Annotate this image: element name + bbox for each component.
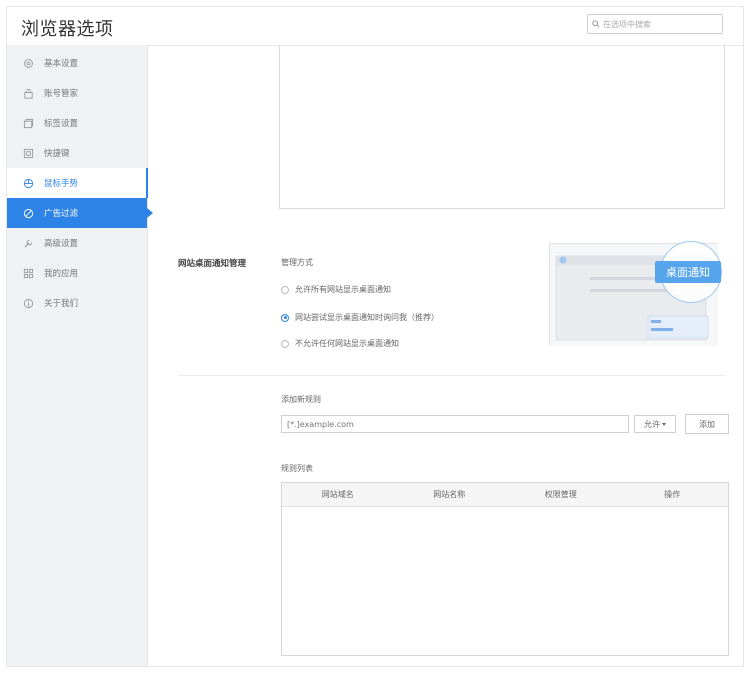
sidebar-item-advanced[interactable]: 高级设置: [7, 228, 147, 258]
sidebar-item-label: 快捷键: [44, 149, 70, 159]
sidebar-item-label: 高级设置: [44, 239, 79, 249]
info-icon: [21, 296, 35, 310]
column-header-actions: 操作: [664, 490, 681, 499]
search-icon: [592, 20, 600, 28]
sidebar-item-label: 广告过滤: [44, 209, 79, 219]
section-divider: [178, 375, 725, 376]
wrench-icon: [21, 236, 35, 250]
page-title: 浏览器选项: [21, 19, 114, 40]
gear-icon: [21, 56, 35, 70]
radio-button-checked[interactable]: [281, 313, 289, 322]
rules-table: 网站域名 网站名称 权限管理 操作: [281, 482, 729, 656]
sidebar-item-tabs[interactable]: 标签设置: [7, 108, 147, 138]
sidebar-item-account[interactable]: 账号管家: [7, 78, 147, 108]
desktop-notify-badge: 桌面通知: [655, 261, 721, 283]
main-content: 网站桌面通知管理 管理方式 允许所有网站显示桌面通知 网站尝试显示桌面通知时询问…: [148, 45, 743, 666]
caret-down-icon: [662, 422, 666, 426]
permission-select-value: 允许: [644, 419, 660, 429]
desktop-notify-bubble: 桌面通知: [655, 241, 722, 303]
column-header-site-name: 网站名称: [433, 490, 466, 499]
radio-ask[interactable]: 网站尝试显示桌面通知时询问我（推荐）: [281, 312, 439, 323]
column-header-domain: 网站域名: [321, 490, 354, 499]
sidebar: 基本设置 账号管家 标签设置 快捷键 鼠标手势 广告过滤 高级设置 我的应用 关…: [7, 45, 153, 666]
radio-label: 不允许任何网站显示桌面通知: [295, 339, 399, 348]
sidebar-item-my-apps[interactable]: 我的应用: [7, 258, 147, 288]
radio-allow-all[interactable]: 允许所有网站显示桌面通知: [281, 284, 391, 295]
search-input[interactable]: [603, 19, 713, 29]
rule-list-heading: 规则列表: [281, 464, 313, 473]
radio-button[interactable]: [281, 339, 289, 348]
filter-list-box[interactable]: [279, 45, 725, 209]
header: 浏览器选项: [7, 7, 743, 46]
radio-button[interactable]: [281, 285, 289, 294]
tabs-icon: [21, 116, 35, 130]
sidebar-item-label: 关于我们: [44, 299, 79, 309]
column-header-permission: 权限管理: [544, 490, 577, 499]
sidebar-item-basic[interactable]: 基本设置: [7, 48, 147, 78]
mode-heading: 管理方式: [281, 258, 313, 267]
sidebar-item-label: 我的应用: [44, 269, 79, 279]
radio-block-all[interactable]: 不允许任何网站显示桌面通知: [281, 338, 399, 349]
radio-label: 网站尝试显示桌面通知时询问我（推荐）: [295, 313, 439, 322]
keyboard-icon: [21, 146, 35, 160]
add-rule-button[interactable]: 添加: [685, 414, 729, 434]
sidebar-item-label: 标签设置: [44, 119, 79, 129]
table-header: 网站域名 网站名称 权限管理 操作: [282, 483, 728, 507]
sidebar-item-shortcuts[interactable]: 快捷键: [7, 138, 147, 168]
sidebar-item-label: 鼠标手势: [44, 179, 79, 189]
rule-url-input[interactable]: [281, 415, 629, 433]
radio-label: 允许所有网站显示桌面通知: [295, 285, 391, 294]
add-rule-heading: 添加新规则: [281, 395, 321, 404]
sidebar-item-about[interactable]: 关于我们: [7, 288, 147, 318]
permission-select[interactable]: 允许: [634, 415, 676, 433]
sidebar-item-ad-filter[interactable]: 广告过滤: [7, 198, 153, 228]
search-box[interactable]: [587, 14, 723, 34]
block-icon: [21, 206, 35, 220]
sidebar-item-mouse-gestures[interactable]: 鼠标手势: [7, 168, 148, 198]
notify-section-label: 网站桌面通知管理: [178, 259, 247, 269]
sidebar-item-label: 账号管家: [44, 89, 79, 99]
apps-icon: [21, 266, 35, 280]
sidebar-item-label: 基本设置: [44, 59, 79, 69]
lock-icon: [21, 86, 35, 100]
settings-window: 浏览器选项 基本设置 账号管家 标签设置: [6, 6, 744, 667]
mouse-icon: [21, 176, 35, 190]
notification-preview-image: 桌面通知: [549, 241, 722, 346]
